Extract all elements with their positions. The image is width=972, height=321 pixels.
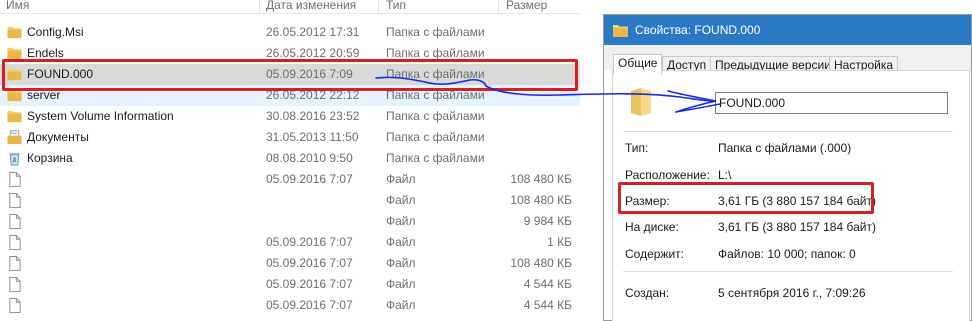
table-row[interactable]: 05.09.2016 7:07 Файл 1 КБ [0,232,580,253]
location-value: L:\ [718,168,732,182]
location-label: Расположение: [625,168,710,182]
column-separator[interactable] [378,0,379,14]
row-size: 108 480 КБ [510,193,572,207]
row-date: 05.09.2016 7:07 [266,298,353,312]
row-date: 05.09.2016 7:07 [266,172,353,186]
recycle-bin-icon [9,152,20,166]
row-date: 05.09.2016 7:07 [266,235,353,249]
file-icon [9,235,21,250]
table-row[interactable]: Config.Msi 26.05.2012 17:31 Папка с файлам… [0,22,580,43]
tab-strip: Общие Доступ Предыдущие версии Настройка [604,45,971,75]
row-type: Файл [386,256,416,270]
created-value: 5 сентября 2016 г., 7:09:26 [718,286,866,300]
row-name: Документы [27,130,89,144]
row-name: Endels [27,46,64,60]
table-row[interactable]: 05.09.2016 7:07 Файл 4 544 КБ [0,274,580,295]
row-date: 30.08.2016 23:52 [266,109,360,123]
row-date: 26.05.2012 17:31 [266,25,360,39]
file-icon [9,193,21,208]
type-label: Тип: [625,141,649,155]
size-on-disk-label: На диске: [625,220,679,234]
contains-label: Содержит: [625,247,684,261]
title-bar[interactable]: Свойства: FOUND.000 [604,15,971,45]
row-date: 26.05.2012 20:59 [266,46,360,60]
row-type: Файл [386,277,416,291]
row-type: Папка с файлами [386,25,485,39]
size-on-disk-value: 3,61 ГБ (3 880 157 184 байт) [718,220,876,234]
dialog-title: Свойства: FOUND.000 [635,23,761,37]
column-size-header[interactable]: Размер [506,0,547,12]
column-separator[interactable] [259,0,260,14]
row-size: 9 984 КБ [523,214,572,228]
table-row[interactable]: 05.09.2016 7:07 Файл 108 480 КБ [0,253,580,274]
table-row[interactable]: System Volume Information 30.08.2016 23:5… [0,106,580,127]
table-row[interactable]: 05.09.2016 7:07 Файл 108 480 КБ [0,169,580,190]
row-size: 4 544 КБ [523,277,572,291]
row-type: Файл [386,298,416,312]
row-type: Папка с файлами [386,151,485,165]
file-icon [9,214,21,229]
folder-icon [7,26,22,39]
row-size: 1 КБ [547,235,572,249]
row-size: 4 544 КБ [523,298,572,312]
row-date: 08.08.2010 9:50 [266,151,353,165]
tab-general[interactable]: Общие [613,54,663,75]
type-value: Папка с файлами (.000) [718,141,852,155]
divider [623,131,953,132]
column-header-row: Имя Дата изменения Тип Размер [0,0,580,14]
table-row[interactable]: Документы 31.05.2013 11:50 Папка с файлами [0,127,580,148]
row-type: Папка с файлами [386,130,485,144]
created-label: Создан: [625,286,670,300]
table-row[interactable]: Корзина 08.08.2010 9:50 Папка с файлами [0,148,580,169]
table-row[interactable]: Файл 108 480 КБ [0,190,580,211]
file-list: Имя Дата изменения Тип Размер Config.Msi… [0,0,580,321]
folder-icon [7,110,22,123]
divider [623,271,953,272]
column-name-header[interactable]: Имя [6,0,29,12]
highlight-box-found-row [2,59,578,91]
row-type: Папка с файлами [386,46,485,60]
row-size: 108 480 КБ [510,172,572,186]
row-name: Корзина [27,151,73,165]
row-type: Файл [386,172,416,186]
file-icon [9,256,21,271]
row-name: System Volume Information [27,109,174,123]
row-type: Файл [386,193,416,207]
column-separator[interactable] [498,0,499,14]
row-size: 108 480 КБ [510,256,572,270]
folder-icon [631,88,651,116]
row-date: 05.09.2016 7:07 [266,256,353,270]
row-date: 31.05.2013 11:50 [266,130,359,144]
file-icon [9,277,21,292]
row-type: Файл [386,235,416,249]
highlight-box-size [618,182,874,214]
file-icon [9,172,21,187]
row-name: Config.Msi [27,25,84,39]
row-date: 05.09.2016 7:07 [266,277,353,291]
row-type: Файл [386,214,416,228]
contains-value: Файлов: 10 000; папок: 0 [718,247,856,261]
table-row[interactable]: Файл 9 984 КБ [0,211,580,232]
table-row[interactable]: 05.09.2016 7:07 Файл 4 544 КБ [0,295,580,316]
column-date-header[interactable]: Дата изменения [266,0,356,12]
documents-icon [7,130,22,145]
properties-dialog: Свойства: FOUND.000 Общие Доступ Предыду… [603,14,972,321]
column-type-header[interactable]: Тип [386,0,406,12]
folder-icon [613,25,628,37]
file-icon [9,298,21,313]
folder-name-input[interactable]: FOUND.000 [715,92,948,114]
row-type: Папка с файлами [386,109,485,123]
